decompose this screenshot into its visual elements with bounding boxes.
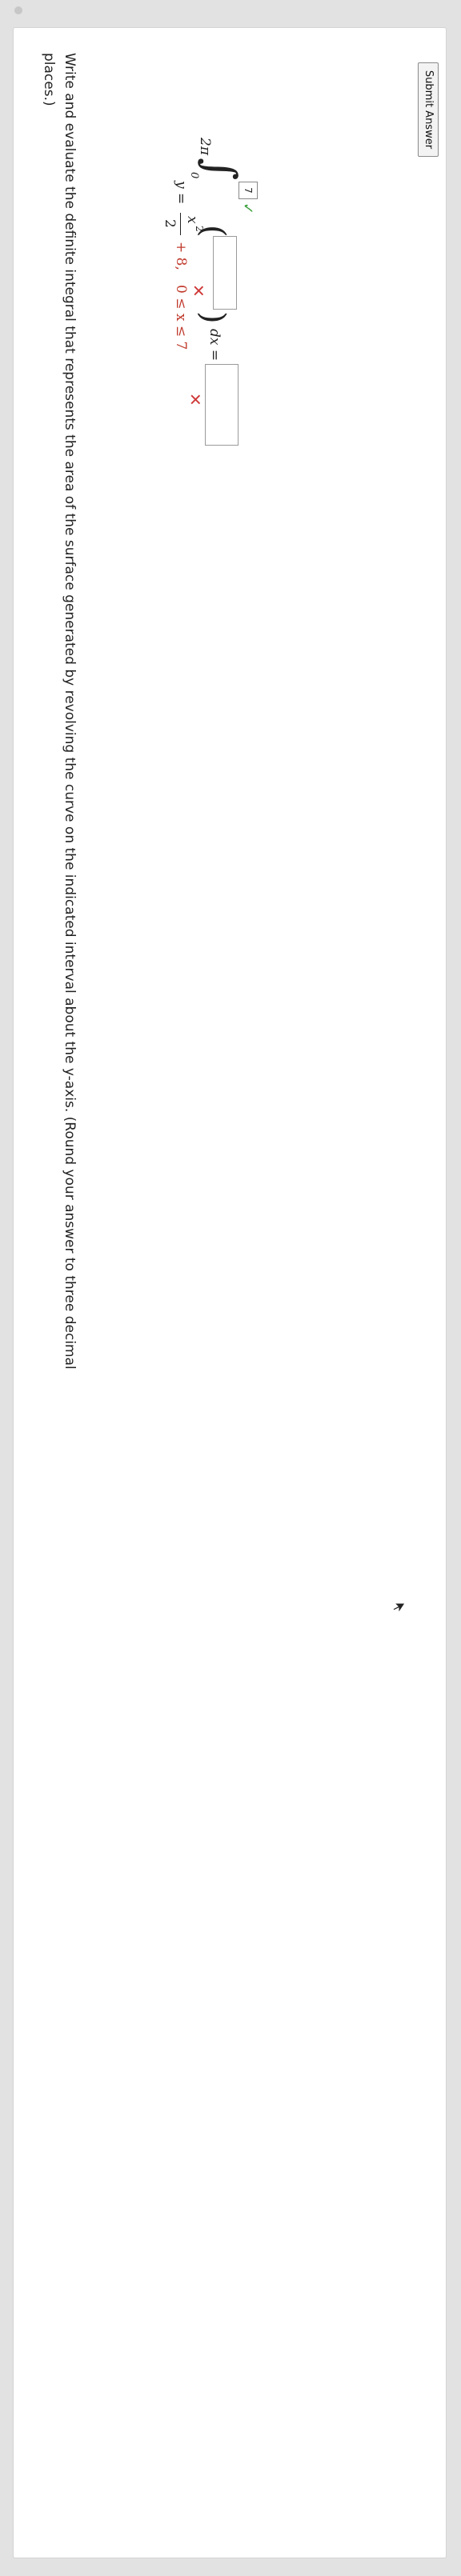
close-paren: ) <box>194 311 231 324</box>
upper-limit-input[interactable]: 7 <box>239 182 258 199</box>
submit-answer-button[interactable]: Submit Answer <box>418 62 439 157</box>
question-line-2: places.) <box>41 53 57 106</box>
cursor-icon <box>392 1602 406 1614</box>
integral-lower-limit: 0 <box>188 172 200 179</box>
page-stage: Write and evaluate the definite integral… <box>0 0 461 2576</box>
cross-icon: ✕ <box>186 393 205 406</box>
cross-icon: ✕ <box>189 284 208 298</box>
question-text: Write and evaluate the definite integral… <box>38 53 80 2525</box>
integral-expression: 2π ∫ 0 7 ✓ ( ✕ ) dx = ✕ <box>173 138 325 460</box>
check-icon: ✓ <box>239 202 256 215</box>
result-input[interactable] <box>205 364 239 446</box>
question-line-1: Write and evaluate the definite integral… <box>62 53 78 1370</box>
integral-dx-label: dx = <box>206 329 222 362</box>
integral-coefficient: 2π <box>197 138 213 155</box>
integral-sign: ∫ <box>195 158 246 181</box>
integrand-input[interactable] <box>213 236 237 310</box>
corner-indicator <box>14 6 22 14</box>
